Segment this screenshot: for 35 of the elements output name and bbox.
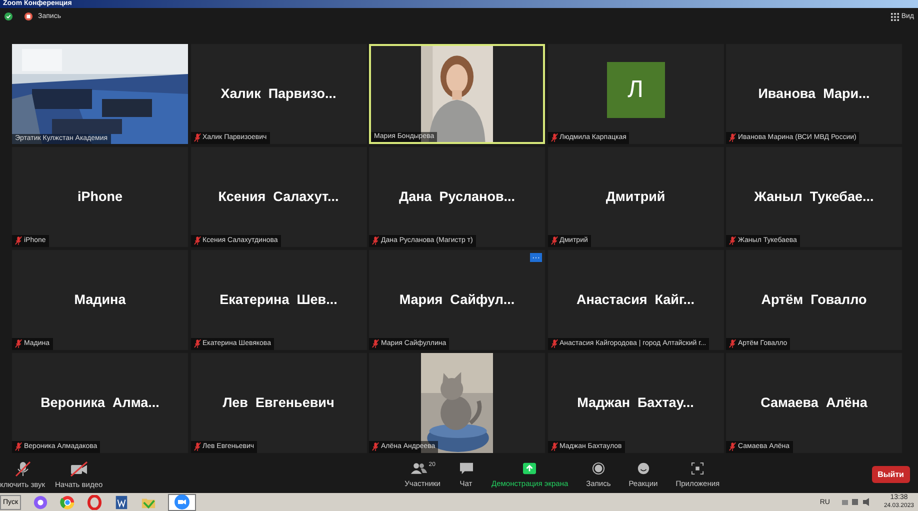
- participant-name: Иванова Мари...: [758, 86, 870, 102]
- tray-icons[interactable]: [842, 497, 872, 508]
- participant-name: Анастасия Кайг...: [576, 292, 694, 308]
- participant-name: Екатерина Шев...: [220, 292, 338, 308]
- participant-name: Мадина: [74, 292, 126, 308]
- ring-icon[interactable]: [87, 494, 102, 510]
- record-icon: [592, 462, 605, 475]
- participant-name: Мария Сайфул...: [399, 292, 515, 308]
- participant-name: Самаева Алёна: [760, 395, 868, 410]
- circle-app-icon[interactable]: [33, 494, 48, 510]
- participant-name: Ксения Салахут...: [218, 189, 339, 204]
- participant-name: Лев Евгеньевич: [222, 395, 334, 410]
- browser-icon[interactable]: [60, 494, 76, 510]
- apps-icon: [691, 462, 704, 475]
- participant-name: Дмитрий: [606, 189, 666, 204]
- participant-name: Халик Парвизо...: [220, 86, 336, 102]
- video-off-icon: [68, 460, 89, 477]
- participant-name: Дана Русланов...: [398, 189, 515, 204]
- smiley-icon: [636, 462, 650, 475]
- share-screen-icon: [522, 462, 538, 475]
- participant-name: iPhone: [77, 189, 122, 204]
- people-icon: [410, 462, 428, 475]
- avatar: Л: [606, 62, 664, 118]
- document-app-icon[interactable]: [114, 494, 130, 510]
- participant-name: Вероника Алма...: [40, 395, 160, 410]
- participant-name: Жаныл Тукебае...: [754, 189, 874, 204]
- more-options-badge[interactable]: ···: [530, 252, 542, 262]
- chat-icon: [458, 462, 474, 475]
- security-icon[interactable]: [4, 12, 13, 22]
- muted-mic-icon: [12, 460, 32, 477]
- record-icon: [24, 12, 33, 22]
- participant-name: Маджан Бахтау...: [577, 395, 694, 410]
- video-app-icon[interactable]: [168, 494, 196, 511]
- participant-name: Артём Говалло: [761, 292, 867, 308]
- leave-button[interactable]: Выйти: [872, 466, 910, 484]
